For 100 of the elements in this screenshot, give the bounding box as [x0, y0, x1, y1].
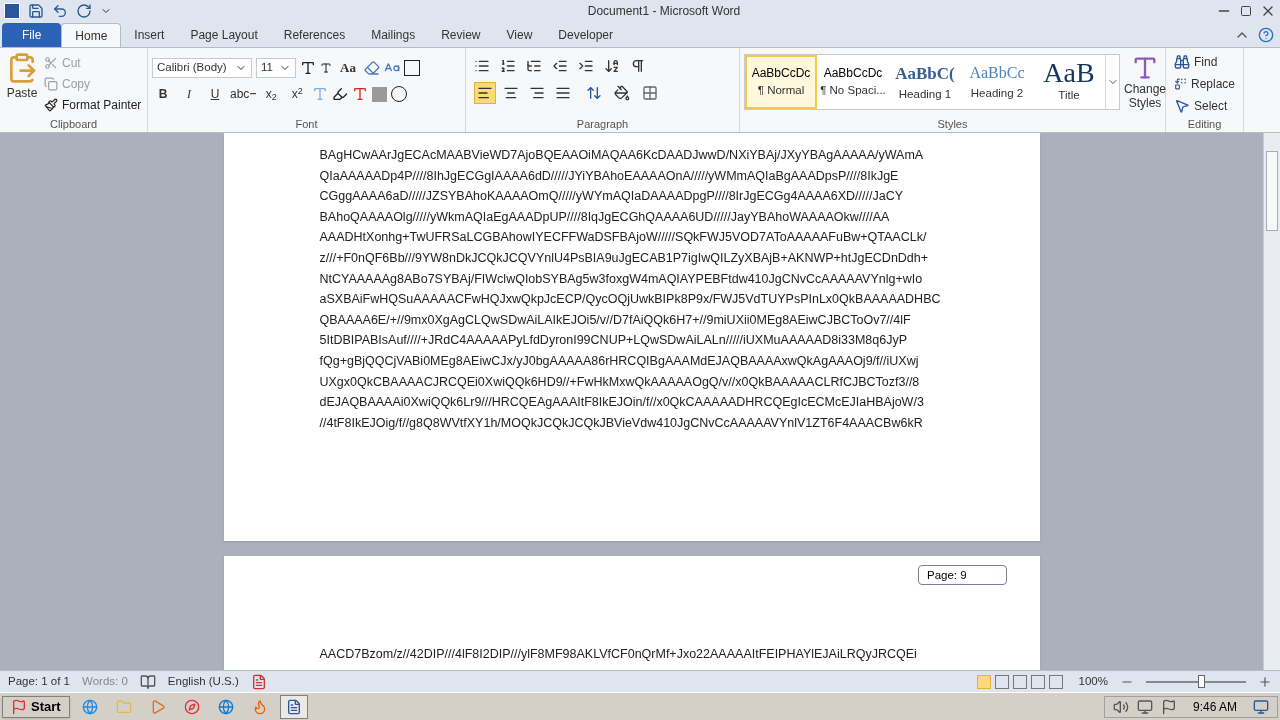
font-name-field[interactable]: Calibri (Body): [152, 58, 252, 78]
grow-font-icon[interactable]: [300, 60, 316, 76]
text-line: UXgx0QkCBAAAACJRCQEi0XwiQQk6HD9//+FwHkMxwQkAAAAAOgQ/v//x0QkBAAAAACLRfCJBCTozf3//8: [319, 373, 921, 391]
redo-icon[interactable]: [76, 3, 92, 19]
format-button[interactable]: x$_{2}$: [260, 84, 283, 104]
format-button[interactable]: abc: [230, 84, 257, 104]
style-gallery-item[interactable]: AaBbCcDc ¶ Normal: [745, 55, 817, 109]
decrease-indent-icon[interactable]: [552, 58, 568, 74]
change-case-button[interactable]: Aa: [336, 58, 360, 78]
paste-button[interactable]: Paste: [0, 52, 44, 116]
word-logo-icon[interactable]: [4, 3, 20, 19]
group-label: Styles: [936, 117, 969, 132]
format-button[interactable]: I: [178, 84, 200, 104]
scissors-icon: [44, 55, 58, 70]
alignment-icon: [555, 85, 571, 101]
text-line: AAADHtXonhg+TwUFRSaLCGBAhowIYECFFWaDSFBAjoW/////SQkFWJ5VOD7AToAAAAAFuBw+QTAACLk/: [319, 229, 928, 247]
text-line: BAhoQAAAAOlg/////yWkmAQIaEgAAADpUP////8IqJgECGhQAAAA6UD/////JayYBAhoWAAAAOkw////AA: [319, 208, 891, 226]
start-button[interactable]: Start: [2, 695, 70, 718]
help-icon[interactable]: [1258, 27, 1274, 43]
bullets-icon[interactable]: [474, 58, 490, 74]
style-gallery-item[interactable]: AaBbC( Heading 1: [889, 55, 961, 109]
proofing-icon[interactable]: [139, 673, 156, 690]
group-label: Paragraph: [575, 117, 630, 132]
font-color-icon[interactable]: [352, 86, 369, 102]
replace-icon: [1174, 75, 1187, 92]
ribbon-tab[interactable]: Page Layout: [177, 23, 271, 47]
multilevel-list-icon[interactable]: [526, 58, 542, 74]
numbering-icon[interactable]: [500, 58, 516, 74]
text-line: dEJAQBAAAAi0XwiQQk6Lr9///HRCQEAgAAAItF8IkEJOin/f//x0QkCAAAAADHRCQEgIcECMcEJIaHBAjoW/3: [319, 394, 925, 412]
page-tooltip: Page: 9: [918, 565, 1007, 585]
windows-flag-icon: [11, 698, 27, 715]
highlighter-icon[interactable]: [332, 86, 349, 102]
group-label: Font: [294, 117, 319, 132]
style-gallery-item[interactable]: AaBbCc Heading 2: [961, 55, 1033, 109]
clipboard-button[interactable]: Format Painter: [44, 96, 142, 113]
ribbon-tab[interactable]: Home: [61, 23, 122, 47]
file-tab[interactable]: File: [2, 23, 62, 47]
app-icon: [217, 698, 234, 715]
zoom-level[interactable]: 100%: [1078, 672, 1108, 691]
text-line: QIaAAAAADp4P////8IhJgECGgIAAAA6dD/////JYiYBAhoEAAAAOnA/////yWMmAQIaBgAAADpsP////8IkJgE: [319, 167, 900, 185]
clear-formatting-icon[interactable]: [363, 60, 380, 76]
brush-icon: [44, 97, 58, 112]
alignment-button[interactable]: [474, 82, 496, 104]
restore-icon[interactable]: [1240, 5, 1252, 17]
app-icon: [115, 698, 132, 715]
format-button[interactable]: x$^{2}$: [286, 84, 309, 104]
copy-icon: [44, 76, 58, 91]
style-gallery-item[interactable]: AaBbCcDc ¶ No Spaci...: [817, 55, 889, 109]
ribbon-tab[interactable]: Developer: [545, 23, 626, 47]
style-gallery-item[interactable]: AaB Title: [1033, 55, 1105, 109]
text-line: AACD7Bzom/z//42DIP///4lF8I2DIP///ylF8MF98AKLVfCF0nQrMf+Jxo22AAAAAItFEIPHAYlEJAiLRQyJRCQEi: [319, 646, 918, 663]
page-count[interactable]: Page: 1 of 1: [8, 672, 71, 691]
shrink-font-icon[interactable]: [320, 62, 332, 74]
ribbon-tab[interactable]: Insert: [121, 23, 178, 47]
borders-icon[interactable]: [642, 85, 658, 101]
ribbon-tab[interactable]: View: [493, 23, 546, 47]
clock: 9:46 AM: [1191, 698, 1238, 716]
vertical-scrollbar[interactable]: [1263, 133, 1280, 670]
language-status[interactable]: English (U.S.): [167, 672, 239, 691]
network-icon[interactable]: [1136, 698, 1153, 715]
ribbon-tab[interactable]: Mailings: [358, 23, 429, 47]
editing-button[interactable]: Select: [1174, 97, 1235, 114]
text-line: fQg+gBjQQCjVABi0MEg8AEiwCJx/yJ0bgAAAAA86rHRCQIBgAAAMdEJAQBAAAAxwQkAgAAAOj9/f//iUXwj: [319, 352, 920, 370]
save-icon[interactable]: [28, 3, 44, 19]
ribbon-tab[interactable]: References: [270, 23, 359, 47]
sort-icon[interactable]: [604, 58, 620, 74]
group-label: Editing: [1186, 117, 1223, 132]
shading-icon[interactable]: [614, 85, 630, 101]
text-line: BAgHCwAArJgECAcMAABVieWD7AjoBQEAAOiMAQAA6KcDAADJwwD/NXiYBAj/JXyYBAgAAAAA/yWAmA: [319, 147, 925, 164]
editing-button[interactable]: Replace: [1174, 75, 1235, 92]
character-border-icon[interactable]: [403, 60, 420, 76]
binoculars-icon: [1174, 53, 1190, 70]
flag-icon[interactable]: [1160, 698, 1177, 715]
increase-indent-icon[interactable]: [578, 58, 594, 74]
volume-icon[interactable]: [1112, 698, 1129, 715]
strike-line-icon: [250, 93, 257, 95]
change-styles-button[interactable]: Change Styles: [1124, 54, 1167, 110]
taskbar-app[interactable]: [279, 694, 308, 719]
desktop-icon[interactable]: [1253, 698, 1269, 715]
text-line: CGggAAAA6aD/////JZSYBAhoKAAAAOmQ/////yWYmAQIaDAAAADpgP////8IrJgECGg4AAAA6XD/////JaCY: [319, 188, 905, 206]
text-line: aSXBAiFwHQSuAAAAACFwHQJxwQkpJcECP/QycOQjUwkBIPk8P9x/FWJ5VdTUYPsPInLx0QkBAAAAADHBC: [319, 291, 942, 309]
undo-icon[interactable]: [52, 3, 68, 19]
show-marks-icon[interactable]: [630, 58, 646, 74]
text-line: 5ItDBIPABIsAuf////+JRdC4AAAAAPyLfdDyronI99CNUP+LQwSDwAiLALn/////iUXMuAAAAAD8i33M8q6JyP: [319, 332, 909, 350]
ribbon-tab[interactable]: Review: [428, 23, 494, 47]
text-line: NtCYAAAAAg8ABo7SYBAj/FIWclwQIobSYBAg5w3foxgW4mAQIAYPEBFtdw410JgCNvCcAAAAAVYnlg+wIo: [319, 270, 924, 288]
zoom-slider-thumb[interactable]: [1198, 674, 1205, 688]
format-button[interactable]: B: [152, 84, 174, 104]
pointer-icon: [1174, 97, 1190, 114]
app-icon: [81, 698, 98, 715]
zoom-in-icon[interactable]: [1258, 674, 1272, 689]
format-button[interactable]: U: [204, 84, 226, 104]
text-line: z///+F0nQF6Bb///9YW8nDkJCQkJCQVYnlU4PsBIA9uJgECAB1P7igIwQILZyXBAjB+AKNWP+htJgECDnDdh+: [319, 249, 930, 267]
macro-icon[interactable]: [250, 673, 267, 690]
font-size-field[interactable]: 11: [256, 58, 296, 78]
editing-button[interactable]: Find: [1174, 53, 1235, 70]
alignment-icon: [529, 85, 545, 101]
line-spacing-icon[interactable]: [586, 85, 602, 101]
group-label: Clipboard: [48, 117, 99, 132]
text-line: //4tF8IkEJOig/f//g8Q8WVtfXY1h/MOQkJCQkJCQkJBVieVdw410JgCNvCcAAAAAVYnlV1ZT6F4AAACBw6kR: [319, 414, 924, 432]
